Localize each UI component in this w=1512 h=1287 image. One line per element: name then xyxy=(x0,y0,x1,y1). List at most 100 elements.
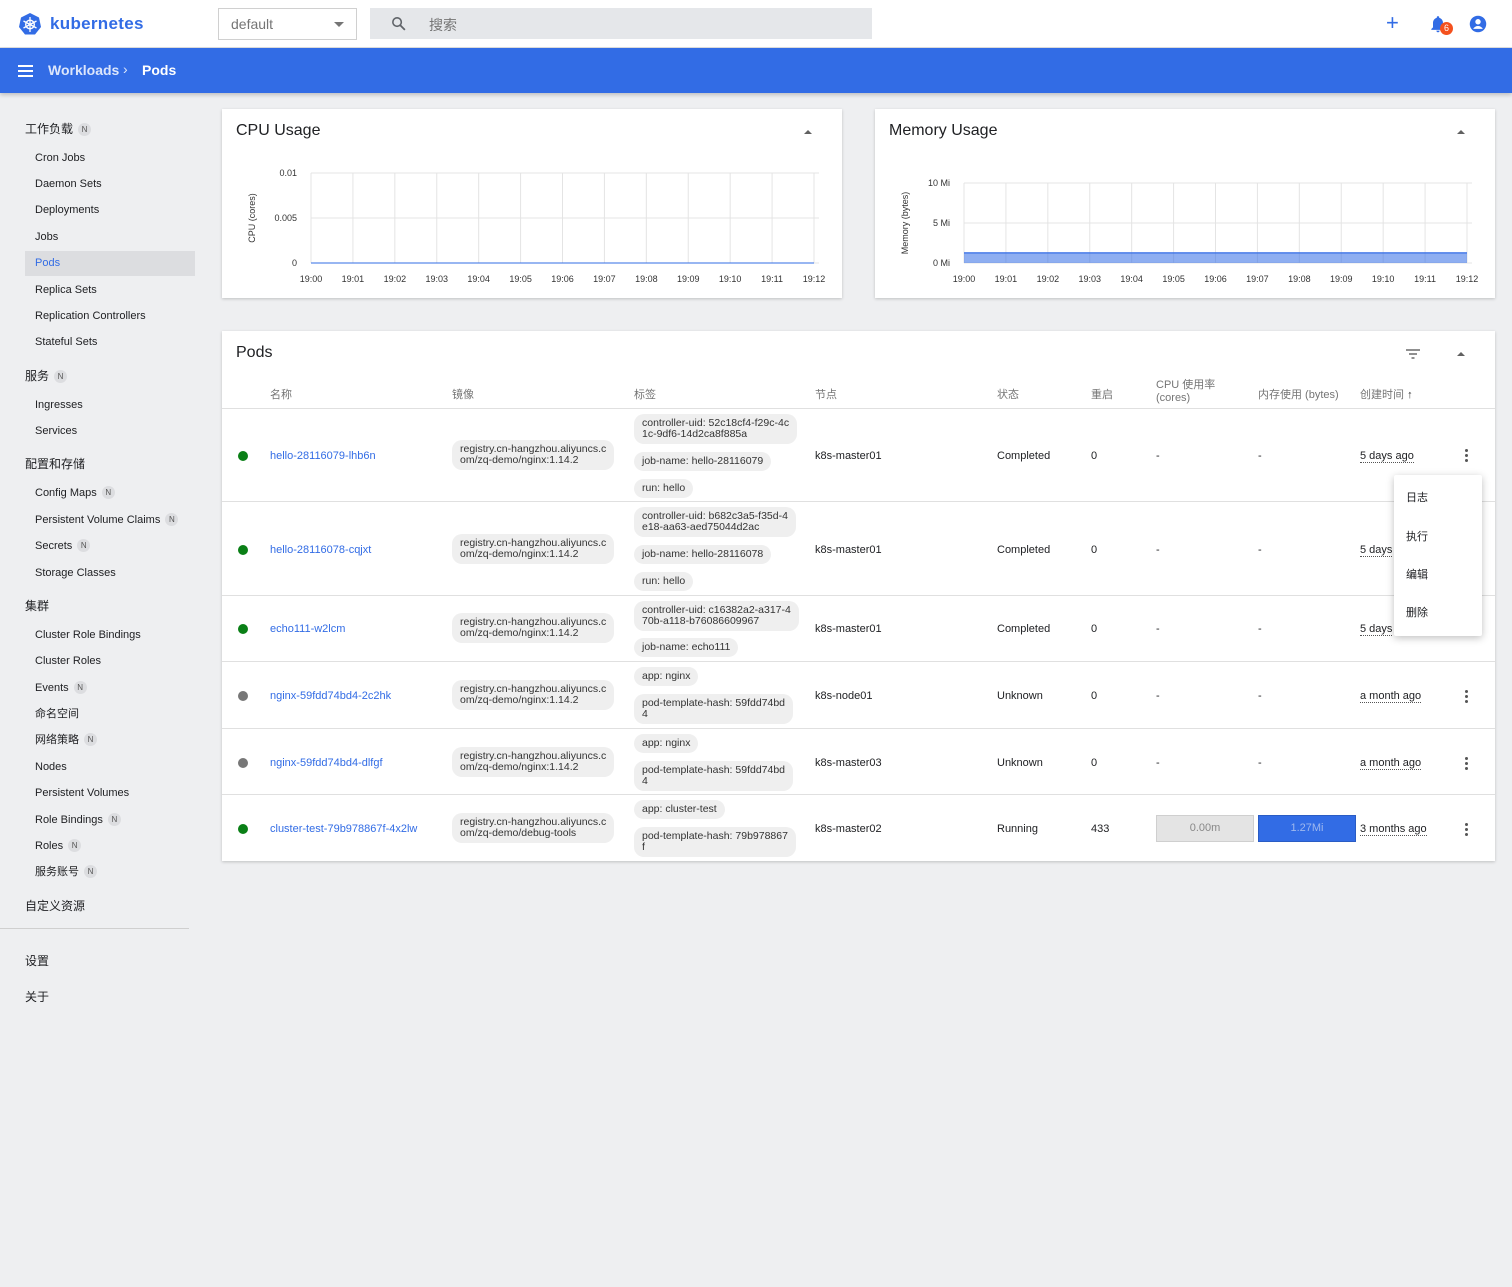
x-tick-label: 19:10 xyxy=(719,274,742,284)
sidebar-section-config[interactable]: 配置和存储 xyxy=(25,455,85,472)
account-circle-icon[interactable] xyxy=(1469,15,1487,33)
cpu-usage-card: CPU Usage 19:00 19:01 19:02 19:03 19:04 19:05… xyxy=(222,109,842,298)
sidebar-item-replica-sets[interactable]: Replica Sets xyxy=(25,278,195,303)
table-row[interactable]: nginx-59fdd74bd4-dlfgf registry.cn-hangz… xyxy=(222,728,1495,794)
sidebar-item-ingresses[interactable]: Ingresses xyxy=(25,393,195,418)
restarts-value: 0 xyxy=(1091,757,1098,769)
create-plus-icon[interactable]: + xyxy=(1386,12,1399,34)
table-row[interactable]: cluster-test-79b978867f-4x2lw registry.c… xyxy=(222,794,1495,861)
table-row[interactable]: echo111-w2lcm registry.cn-hangzhou.aliyu… xyxy=(222,595,1495,661)
sidebar-item-settings[interactable]: 设置 xyxy=(25,952,49,969)
pod-name-link[interactable]: hello-28116079-lhb6n xyxy=(270,450,376,462)
sidebar-item-storage-classes[interactable]: Storage Classes xyxy=(25,561,195,586)
menu-item-logs[interactable]: 日志 xyxy=(1406,489,1428,505)
sidebar-item-network-policies[interactable]: 网络策略 N xyxy=(25,728,195,753)
label-chip: run: hello xyxy=(634,572,694,591)
pod-name-link[interactable]: hello-28116078-cqjxt xyxy=(270,544,371,556)
node-link[interactable]: k8s-node01 xyxy=(815,690,873,702)
sidebar-item-replication-controllers[interactable]: Replication Controllers xyxy=(25,304,195,329)
sidebar-item-custom-resources[interactable]: 自定义资源 xyxy=(25,897,85,914)
sidebar-item-nodes[interactable]: Nodes xyxy=(25,755,195,780)
table-row[interactable]: hello-28116078-cqjxt registry.cn-hangzho… xyxy=(222,501,1495,595)
more-vert-icon[interactable] xyxy=(1465,690,1469,705)
created-age: a month ago xyxy=(1360,757,1422,770)
pod-name-link[interactable]: echo111-w2lcm xyxy=(270,623,345,635)
cpu-value: - xyxy=(1156,690,1160,702)
sidebar-item-role-bindings[interactable]: Role Bindings N xyxy=(25,808,195,833)
namespaced-badge: N xyxy=(78,123,92,136)
pods-card-title: Pods xyxy=(236,344,273,361)
sidebar-item-cron-jobs[interactable]: Cron Jobs xyxy=(25,146,195,171)
sidebar-item-jobs[interactable]: Jobs xyxy=(25,225,195,250)
image-chip: registry.cn-hangzhou.aliyuncs.c om/zq-de… xyxy=(452,747,615,777)
sidebar-item-cluster-roles[interactable]: Cluster Roles xyxy=(25,649,195,674)
label-chip: pod-template-hash: 59fdd74bd 4 xyxy=(634,694,794,724)
image-chip: registry.cn-hangzhou.aliyuncs.c om/zq-de… xyxy=(452,613,615,643)
kubernetes-logo[interactable]: kubernetes xyxy=(18,12,144,36)
restarts-value: 433 xyxy=(1091,823,1110,835)
sidebar-item-service-accounts[interactable]: 服务账号 N xyxy=(25,860,195,885)
x-tick-label: 19:02 xyxy=(1037,274,1060,284)
menu-item-exec[interactable]: 执行 xyxy=(1406,528,1428,544)
namespace-select[interactable]: default xyxy=(218,8,357,40)
namespaced-badge: N xyxy=(68,839,82,852)
collapse-caret-icon[interactable] xyxy=(1457,352,1465,356)
x-tick-label: 19:10 xyxy=(1372,274,1395,284)
sidebar-item-config-maps[interactable]: Config Maps N xyxy=(25,481,195,506)
x-tick-label: 19:06 xyxy=(1204,274,1227,284)
header-created[interactable]: 创建时间 ↑ xyxy=(1360,386,1413,402)
sidebar-item-services[interactable]: Services xyxy=(25,419,195,444)
node-link[interactable]: k8s-master02 xyxy=(815,823,882,835)
node-link[interactable]: k8s-master03 xyxy=(815,757,882,769)
header-restarts[interactable]: 重启 xyxy=(1091,386,1113,402)
breadcrumb-workloads[interactable]: Workloads xyxy=(48,62,119,78)
sidebar-section-cluster[interactable]: 集群 xyxy=(25,597,49,614)
label-chip: app: nginx xyxy=(634,734,699,753)
sidebar-section-workloads[interactable]: 工作负载 N xyxy=(25,120,92,137)
more-vert-icon[interactable] xyxy=(1465,757,1469,772)
chevron-right-icon: › xyxy=(123,61,128,77)
namespace-value: default xyxy=(231,16,274,32)
sidebar-item-daemon-sets[interactable]: Daemon Sets xyxy=(25,172,195,197)
header-status[interactable]: 状态 xyxy=(997,386,1019,402)
table-row[interactable]: hello-28116079-lhb6n registry.cn-hangzho… xyxy=(222,408,1495,502)
sidebar-item-events[interactable]: Events N xyxy=(25,676,195,701)
node-link[interactable]: k8s-master01 xyxy=(815,623,882,635)
sidebar-item-pods[interactable]: Pods xyxy=(25,251,195,276)
y-axis-label: CPU (cores) xyxy=(247,193,257,243)
node-link[interactable]: k8s-master01 xyxy=(815,544,882,556)
table-row[interactable]: nginx-59fdd74bd4-2c2hk registry.cn-hangz… xyxy=(222,661,1495,728)
sidebar-item-namespaces[interactable]: 命名空间 xyxy=(25,702,195,727)
namespaced-badge: N xyxy=(73,681,87,694)
filter-icon[interactable] xyxy=(1406,349,1420,359)
sidebar-item-secrets[interactable]: Secrets N xyxy=(25,534,195,559)
sidebar-item-roles[interactable]: Roles N xyxy=(25,834,195,859)
sidebar-item-pvc[interactable]: Persistent Volume Claims N xyxy=(25,508,195,533)
header-name[interactable]: 名称 xyxy=(270,386,292,402)
x-tick-label: 19:00 xyxy=(300,274,323,284)
status-dot-icon xyxy=(238,624,248,634)
pod-name-link[interactable]: nginx-59fdd74bd4-dlfgf xyxy=(270,757,383,769)
created-age: 5 days ago xyxy=(1360,450,1414,463)
pod-name-link[interactable]: nginx-59fdd74bd4-2c2hk xyxy=(270,690,391,702)
pod-name-link[interactable]: cluster-test-79b978867f-4x2lw xyxy=(270,823,417,835)
sidebar-item-persistent-volumes[interactable]: Persistent Volumes xyxy=(25,781,195,806)
sidebar-section-services[interactable]: 服务 N xyxy=(25,367,68,384)
sidebar-item-stateful-sets[interactable]: Stateful Sets xyxy=(25,330,195,355)
search-input[interactable]: 搜索 xyxy=(370,8,872,39)
sidebar-item-about[interactable]: 关于 xyxy=(25,988,49,1005)
x-tick-label: 19:08 xyxy=(1288,274,1311,284)
node-link[interactable]: k8s-master01 xyxy=(815,450,882,462)
search-icon xyxy=(392,17,406,31)
cpu-sparkline: 0.00m xyxy=(1156,815,1254,842)
x-tick-label: 19:04 xyxy=(1120,274,1143,284)
more-vert-icon[interactable] xyxy=(1465,823,1469,838)
menu-item-edit[interactable]: 编辑 xyxy=(1406,566,1428,582)
sidebar-item-deployments[interactable]: Deployments xyxy=(25,198,195,223)
hamburger-menu-icon[interactable] xyxy=(18,65,33,77)
header-node[interactable]: 节点 xyxy=(815,386,837,402)
menu-item-delete[interactable]: 删除 xyxy=(1406,604,1428,620)
memory-value: - xyxy=(1258,544,1262,556)
sidebar-item-cluster-role-bindings[interactable]: Cluster Role Bindings xyxy=(25,623,195,648)
more-vert-icon[interactable] xyxy=(1465,449,1469,464)
